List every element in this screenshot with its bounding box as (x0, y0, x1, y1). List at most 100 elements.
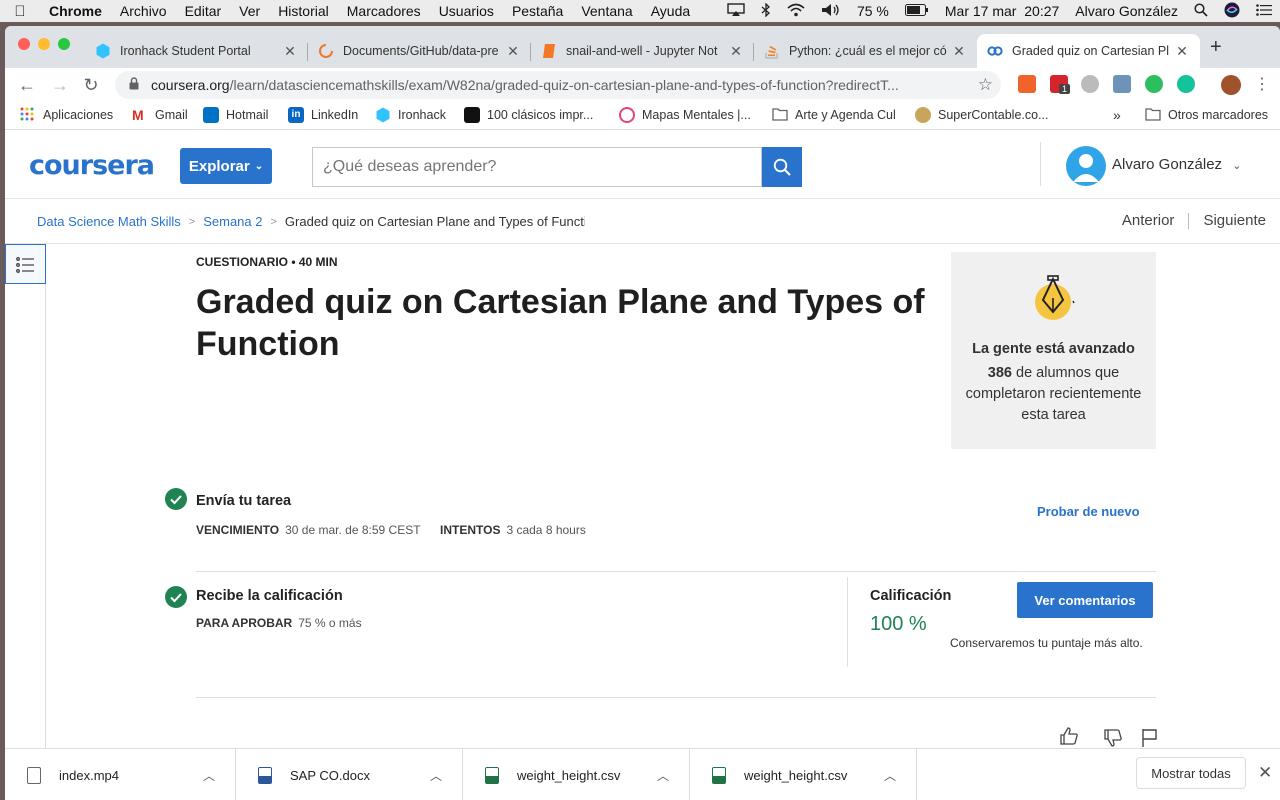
bookmark-label: Mapas Mentales |... (642, 108, 751, 122)
siri-icon[interactable] (1216, 2, 1248, 21)
jupyter-loading-icon (318, 43, 334, 59)
tab-ironhack-portal[interactable]: Ironhack Student Portal ✕ (85, 34, 308, 68)
view-feedback-button[interactable]: Ver comentarios (1017, 582, 1153, 618)
chevron-up-icon[interactable]: ︿ (655, 767, 671, 784)
spotlight-search-icon[interactable] (1186, 2, 1216, 20)
search-input[interactable] (312, 147, 762, 187)
new-tab-icon[interactable]: + (1210, 36, 1222, 59)
profile-avatar[interactable] (1221, 75, 1241, 95)
breadcrumb-week[interactable]: Semana 2 (203, 214, 262, 229)
grammarly-extension-icon[interactable] (1177, 75, 1195, 93)
forward-arrow-icon[interactable]: → (48, 74, 72, 96)
due-value: 30 de mar. de 8:59 CEST (285, 523, 421, 537)
bookmark-otros-marcadores[interactable]: Otros marcadores (1145, 107, 1268, 123)
address-bar[interactable]: coursera.org/learn/datasciencemathskills… (115, 71, 1001, 99)
download-item[interactable]: weight_height.csv ︿ (463, 749, 690, 800)
bookmark-100-clasicos[interactable]: 100 clásicos impr... (464, 107, 593, 123)
download-item[interactable]: weight_height.csv ︿ (690, 749, 917, 800)
bookmark-star-icon[interactable]: ☆ (978, 75, 993, 95)
tab-title: Ironhack Student Portal (120, 44, 251, 58)
menu-ventana[interactable]: Ventana (572, 3, 641, 19)
menu-editar[interactable]: Editar (176, 3, 231, 19)
close-tab-icon[interactable]: ✕ (1174, 43, 1190, 60)
bookmark-hotmail[interactable]: Hotmail (203, 107, 268, 123)
search-button[interactable] (762, 147, 802, 187)
analytics-extension-icon[interactable] (1018, 75, 1036, 93)
bookmark-supercontable[interactable]: SuperContable.co... (915, 107, 1049, 123)
menu-app-chrome[interactable]: Chrome (40, 3, 111, 19)
close-tab-icon[interactable]: ✕ (951, 43, 967, 60)
notification-center-icon[interactable] (1248, 3, 1280, 19)
menu-ayuda[interactable]: Ayuda (642, 3, 699, 19)
breadcrumb-course[interactable]: Data Science Math Skills (37, 214, 181, 229)
coursera-page: coursera Explorar ⌄ Alvaro González ⌄ (5, 130, 1280, 748)
menubar-clock[interactable]: Mar 17 mar 20:27 (937, 3, 1067, 19)
thumbs-down-icon[interactable] (1103, 728, 1123, 748)
wifi-icon[interactable] (779, 3, 813, 20)
bookmark-gmail[interactable]: M Gmail (132, 107, 188, 123)
menubar-user[interactable]: Alvaro González (1067, 3, 1186, 19)
download-item[interactable]: SAP CO.docx ︿ (236, 749, 463, 800)
explore-button[interactable]: Explorar ⌄ (180, 148, 272, 184)
course-outline-toggle[interactable] (5, 244, 46, 284)
lock-icon[interactable] (129, 77, 141, 93)
more-bookmarks-chevron-icon[interactable]: » (1113, 107, 1121, 123)
download-item[interactable]: index.mp4 ︿ (5, 749, 236, 800)
previous-item-link[interactable]: Anterior (1122, 212, 1175, 229)
attempts-meta: INTENTOS 3 cada 8 hours (440, 523, 586, 537)
menu-marcadores[interactable]: Marcadores (338, 3, 430, 19)
close-tab-icon[interactable]: ✕ (282, 43, 298, 60)
tab-jupyter-documents[interactable]: Documents/GitHub/data-pre ✕ (308, 34, 531, 68)
bookmark-label: Ironhack (398, 108, 446, 122)
image-extension-icon[interactable] (1113, 75, 1131, 93)
tab-coursera-quiz[interactable]: Graded quiz on Cartesian Pl ✕ (977, 34, 1200, 68)
grade-value: 100 % (870, 613, 927, 635)
skype-extension-icon[interactable] (1081, 75, 1099, 93)
bluetooth-icon[interactable] (753, 1, 779, 20)
show-all-downloads-button[interactable]: Mostrar todas (1136, 757, 1246, 789)
menu-archivo[interactable]: Archivo (111, 3, 176, 19)
url-text[interactable]: coursera.org/learn/datasciencemathskills… (151, 77, 961, 93)
close-tab-icon[interactable]: ✕ (505, 43, 521, 60)
zoom-window-button[interactable] (58, 38, 70, 50)
browser-window: Ironhack Student Portal ✕ Documents/GitH… (5, 26, 1280, 800)
evernote-extension-icon[interactable] (1145, 75, 1163, 93)
menu-historial[interactable]: Historial (269, 3, 338, 19)
bookmark-linkedin[interactable]: in LinkedIn (288, 107, 358, 123)
bookmark-arte-agenda[interactable]: Arte y Agenda Cul (772, 107, 896, 123)
tab-stackoverflow[interactable]: Python: ¿cuál es el mejor có ✕ (754, 34, 977, 68)
retry-button[interactable]: Probar de nuevo (1037, 504, 1140, 519)
close-tab-icon[interactable]: ✕ (728, 43, 744, 60)
back-arrow-icon[interactable]: ← (15, 74, 39, 96)
calendar-extension-icon[interactable]: 1 (1050, 75, 1071, 94)
chevron-up-icon[interactable]: ︿ (428, 767, 444, 784)
close-downloads-icon[interactable]: ✕ (1258, 763, 1272, 783)
reload-icon[interactable]: ↻ (79, 74, 103, 96)
menu-ver[interactable]: Ver (230, 3, 269, 19)
user-menu[interactable]: Alvaro González ⌄ (1112, 156, 1241, 173)
user-avatar[interactable] (1066, 146, 1106, 186)
next-item-link[interactable]: Siguiente (1203, 212, 1266, 229)
bookmark-ironhack[interactable]: Ironhack (375, 107, 446, 123)
tab-title: Python: ¿cuál es el mejor có (789, 44, 947, 58)
volume-icon[interactable] (813, 3, 849, 20)
close-window-button[interactable] (18, 38, 30, 50)
menu-usuarios[interactable]: Usuarios (430, 3, 503, 19)
flag-icon[interactable] (1141, 728, 1159, 748)
browser-menu-icon[interactable]: ⋮ (1250, 74, 1274, 96)
tab-title: Graded quiz on Cartesian Pl (1012, 44, 1170, 58)
coursera-icon (987, 43, 1003, 59)
apple-menu-icon[interactable]:  (0, 3, 40, 20)
airplay-icon[interactable] (719, 2, 753, 20)
chevron-up-icon[interactable]: ︿ (201, 767, 217, 784)
battery-icon[interactable] (897, 3, 937, 19)
bookmark-aplicaciones[interactable]: Aplicaciones (20, 107, 113, 123)
thumbs-up-icon[interactable] (1059, 726, 1079, 748)
chevron-up-icon[interactable]: ︿ (882, 767, 898, 784)
menu-pestana[interactable]: Pestaña (503, 3, 572, 19)
coursera-logo[interactable]: coursera (29, 150, 155, 181)
bookmark-mapas-mentales[interactable]: Mapas Mentales |... (619, 107, 751, 123)
minimize-window-button[interactable] (38, 38, 50, 50)
coursera-header: coursera Explorar ⌄ Alvaro González ⌄ (5, 130, 1280, 199)
tab-jupyter-notebook[interactable]: snail-and-well - Jupyter Not ✕ (531, 34, 754, 68)
